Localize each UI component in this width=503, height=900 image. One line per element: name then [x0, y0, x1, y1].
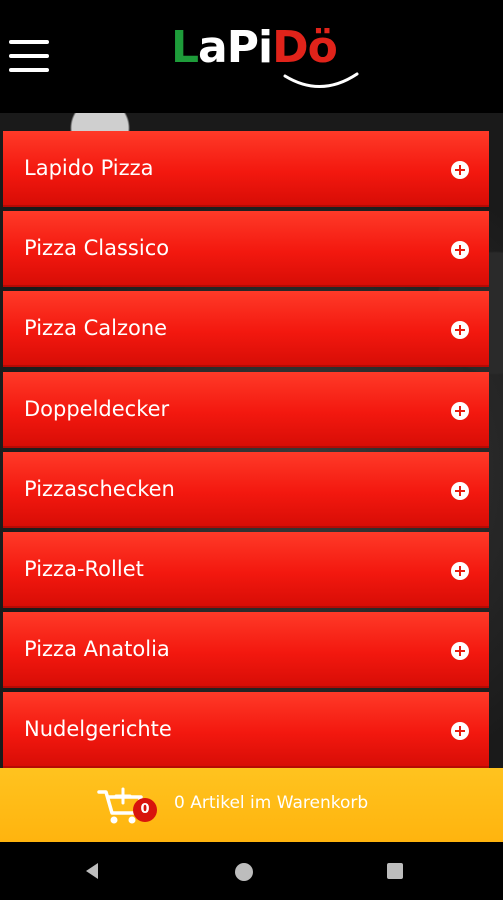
- category-label: Pizza Classico: [24, 236, 170, 261]
- category-list: Lapido Pizza Pizza Classico Pizza Calzon…: [3, 131, 489, 773]
- plus-circle-icon: [451, 241, 469, 260]
- category-label: Nudelgerichte: [24, 717, 172, 742]
- category-label: Lapido Pizza: [24, 156, 154, 180]
- category-item[interactable]: Lapido Pizza: [3, 131, 489, 207]
- plus-circle-icon: [451, 722, 469, 741]
- app-screen: LaPiDö Lapido Pizza Pizza Classico Pizza…: [0, 0, 503, 900]
- category-item[interactable]: Nudelgerichte: [3, 692, 489, 769]
- home-circle-icon[interactable]: [235, 863, 253, 881]
- category-item[interactable]: Pizza Classico: [3, 211, 489, 288]
- plus-circle-icon: [451, 642, 469, 661]
- category-item[interactable]: Pizzaschecken: [3, 451, 489, 528]
- plus-circle-icon: [451, 401, 469, 420]
- category-label: Pizzaschecken: [24, 476, 175, 501]
- android-nav-bar: [0, 842, 503, 900]
- category-label: Pizza Anatolia: [24, 637, 170, 662]
- hamburger-menu-icon[interactable]: [9, 40, 49, 72]
- category-item[interactable]: Doppeldecker: [3, 371, 489, 448]
- category-label: Pizza-Rollet: [24, 556, 144, 581]
- header: LaPiDö: [0, 0, 503, 113]
- cart-count-badge: 0: [133, 798, 157, 822]
- cart-bar[interactable]: 0 0 Artikel im Warenkorb: [0, 768, 503, 842]
- plus-circle-icon: [451, 161, 469, 179]
- category-item[interactable]: Pizza-Rollet: [3, 531, 489, 608]
- category-label: Pizza Calzone: [24, 316, 168, 341]
- app-logo: LaPiDö: [171, 22, 361, 92]
- cart-summary-label: 0 Artikel im Warenkorb: [174, 793, 369, 813]
- category-item[interactable]: Pizza Calzone: [3, 291, 489, 368]
- logo-text: LaPiDö: [171, 22, 338, 73]
- recents-square-icon[interactable]: [387, 863, 403, 879]
- plus-circle-icon: [451, 321, 469, 340]
- logo-smile-mark: [283, 72, 359, 88]
- back-triangle-icon[interactable]: [82, 861, 102, 881]
- category-item[interactable]: Pizza Anatolia: [3, 612, 489, 689]
- plus-circle-icon: [451, 561, 469, 580]
- plus-circle-icon: [451, 481, 469, 500]
- category-label: Doppeldecker: [24, 396, 170, 421]
